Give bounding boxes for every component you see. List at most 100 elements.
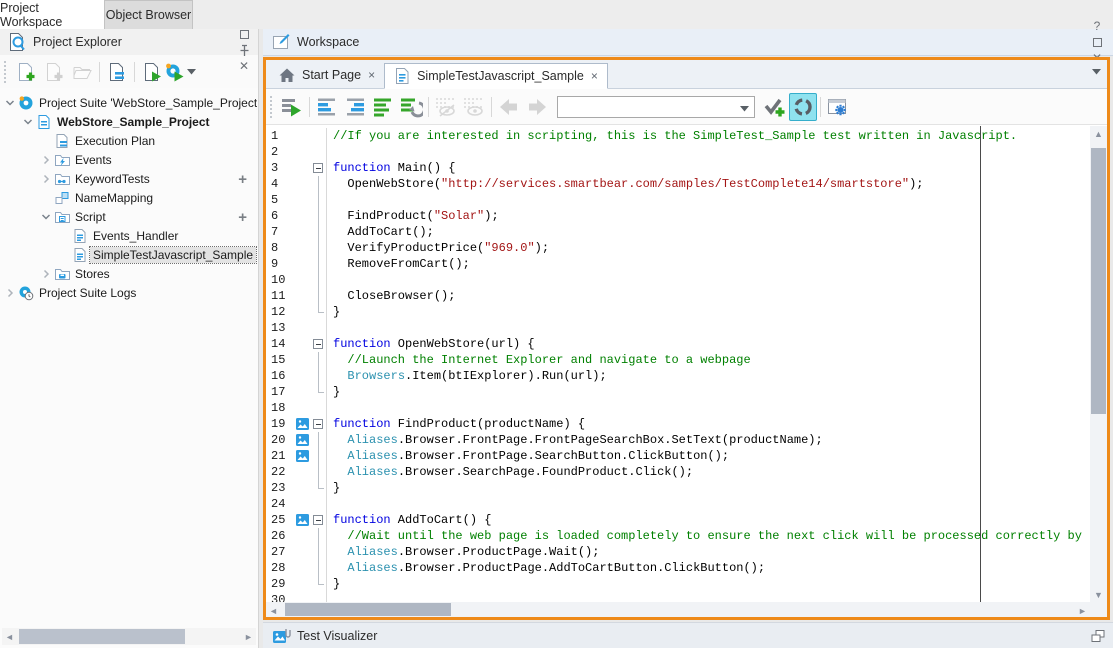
close-tab-icon[interactable]: × xyxy=(590,69,599,83)
code-line[interactable]: 4 OpenWebStore("http://services.smartbea… xyxy=(266,176,1089,192)
add-item-button[interactable] xyxy=(40,58,68,86)
tree-item[interactable]: Project Suite Logs xyxy=(0,283,257,302)
code-line[interactable]: 1//If you are interested in scripting, t… xyxy=(266,128,1089,144)
code-line[interactable]: 23} xyxy=(266,480,1089,496)
tree-item[interactable]: NameMapping xyxy=(0,188,257,207)
code-line[interactable]: 17} xyxy=(266,384,1089,400)
run-test-button[interactable] xyxy=(278,93,306,121)
show-code-button[interactable] xyxy=(460,93,488,121)
tree-item[interactable]: Script+ xyxy=(0,207,257,226)
scroll-thumb[interactable] xyxy=(19,629,185,644)
code-line[interactable]: 2 xyxy=(266,144,1089,160)
toolbar-grip-handle[interactable] xyxy=(4,61,9,83)
add-check-button[interactable] xyxy=(761,93,789,121)
visualizer-frame-icon[interactable] xyxy=(292,448,312,464)
code-line[interactable]: 20 Aliases.Browser.FrontPage.FrontPageSe… xyxy=(266,432,1089,448)
back-button[interactable] xyxy=(495,93,523,121)
visualizer-frame-icon[interactable] xyxy=(292,432,312,448)
tree-item[interactable]: SimpleTestJavascript_Sample xyxy=(0,245,257,264)
scroll-up-arrow-icon[interactable]: ▲ xyxy=(1090,126,1107,141)
code-line[interactable]: 25function AddToCart() { xyxy=(266,512,1089,528)
chevron-collapsed-icon[interactable] xyxy=(38,171,54,187)
maximize-button[interactable] xyxy=(1089,34,1105,50)
code-line[interactable]: 21 Aliases.Browser.FrontPage.SearchButto… xyxy=(266,448,1089,464)
fold-toggle[interactable] xyxy=(312,416,326,432)
close-tab-icon[interactable]: × xyxy=(367,68,376,82)
code-line[interactable]: 30 xyxy=(266,592,1089,602)
add-item-button[interactable]: + xyxy=(238,171,247,188)
editor-hscrollbar[interactable]: ◄ ► xyxy=(266,602,1090,617)
align-left-button[interactable] xyxy=(313,93,341,121)
fold-toggle[interactable] xyxy=(312,160,326,176)
tree-item[interactable]: Stores xyxy=(0,264,257,283)
tab-project-workspace[interactable]: Project Workspace xyxy=(0,0,104,29)
code-line[interactable]: 24 xyxy=(266,496,1089,512)
search-combobox[interactable] xyxy=(557,96,755,118)
code-line[interactable]: 28 Aliases.Browser.ProductPage.AddToCart… xyxy=(266,560,1089,576)
chevron-expanded-icon[interactable] xyxy=(2,95,18,111)
chevron-expanded-icon[interactable] xyxy=(20,114,36,130)
code-line[interactable]: 3function Main() { xyxy=(266,160,1089,176)
fold-toggle[interactable] xyxy=(312,336,326,352)
tree-item[interactable]: Events_Handler xyxy=(0,226,257,245)
chevron-expanded-icon[interactable] xyxy=(38,209,54,225)
code-line[interactable]: 10 xyxy=(266,272,1089,288)
code-line[interactable]: 15 //Launch the Internet Explorer and na… xyxy=(266,352,1089,368)
tab-list-dropdown-icon[interactable] xyxy=(1092,69,1101,75)
visualizer-frame-icon[interactable] xyxy=(292,416,312,432)
hide-code-button[interactable] xyxy=(432,93,460,121)
align-right-button[interactable] xyxy=(341,93,369,121)
code-editor[interactable]: 1//If you are interested in scripting, t… xyxy=(266,126,1107,602)
tree-item[interactable]: Events xyxy=(0,150,257,169)
code-line[interactable]: 19function FindProduct(productName) { xyxy=(266,416,1089,432)
run-suite-button[interactable] xyxy=(166,58,194,86)
code-line[interactable]: 16 Browsers.Item(btIExplorer).Run(url); xyxy=(266,368,1089,384)
float-window-icon[interactable] xyxy=(1091,629,1105,643)
code-line[interactable]: 29} xyxy=(266,576,1089,592)
add-project-button[interactable] xyxy=(12,58,40,86)
tab-object-browser[interactable]: Object Browser xyxy=(104,0,193,29)
tree-item[interactable]: Project Suite 'WebStore_Sample_Project_S… xyxy=(0,93,257,112)
chevron-collapsed-icon[interactable] xyxy=(2,285,18,301)
forward-button[interactable] xyxy=(523,93,551,121)
chevron-collapsed-icon[interactable] xyxy=(38,266,54,282)
code-line[interactable]: 11 CloseBrowser(); xyxy=(266,288,1089,304)
doc-tab-simpletestjavascript-sample[interactable]: SimpleTestJavascript_Sample× xyxy=(384,63,608,89)
scroll-right-arrow-icon[interactable]: ► xyxy=(241,628,256,645)
fold-toggle[interactable] xyxy=(312,512,326,528)
code-line[interactable]: 22 Aliases.Browser.SearchPage.FoundProdu… xyxy=(266,464,1089,480)
test-visualizer-bar[interactable]: Test Visualizer xyxy=(263,622,1113,648)
code-line[interactable]: 26 //Wait until the web page is loaded c… xyxy=(266,528,1089,544)
dropdown-caret-icon[interactable] xyxy=(187,69,196,75)
code-line[interactable]: 9 RemoveFromCart(); xyxy=(266,256,1089,272)
scroll-thumb[interactable] xyxy=(285,603,451,616)
editor-vscrollbar[interactable]: ▲ ▼ xyxy=(1090,126,1107,602)
editor-settings-button[interactable] xyxy=(824,93,852,121)
project-tree-hscrollbar[interactable]: ◄ ► xyxy=(2,628,256,645)
toolbar-grip-handle[interactable] xyxy=(270,96,275,118)
scroll-down-arrow-icon[interactable]: ▼ xyxy=(1090,587,1107,602)
code-line[interactable]: 6 FindProduct("Solar"); xyxy=(266,208,1089,224)
code-line[interactable]: 5 xyxy=(266,192,1089,208)
chevron-collapsed-icon[interactable] xyxy=(38,152,54,168)
code-line[interactable]: 13 xyxy=(266,320,1089,336)
tree-item[interactable]: Execution Plan xyxy=(0,131,257,150)
visualizer-frame-icon[interactable] xyxy=(292,512,312,528)
pin-button[interactable] xyxy=(236,42,252,58)
help-button[interactable]: ? xyxy=(1089,18,1105,34)
code-line[interactable]: 14function OpenWebStore(url) { xyxy=(266,336,1089,352)
code-line[interactable]: 12} xyxy=(266,304,1089,320)
code-line[interactable]: 8 VerifyProductPrice("969.0"); xyxy=(266,240,1089,256)
scroll-left-arrow-icon[interactable]: ◄ xyxy=(266,602,281,619)
record-highlight-button[interactable] xyxy=(789,93,817,121)
code-line[interactable]: 27 Aliases.Browser.ProductPage.Wait(); xyxy=(266,544,1089,560)
scroll-left-arrow-icon[interactable]: ◄ xyxy=(2,628,17,645)
dropdown-caret-icon[interactable] xyxy=(740,106,749,112)
tree-item[interactable]: KeywordTests+ xyxy=(0,169,257,188)
search-input[interactable] xyxy=(558,97,730,117)
rollback-format-button[interactable] xyxy=(397,93,425,121)
close-button[interactable]: ✕ xyxy=(236,58,252,74)
scroll-thumb[interactable] xyxy=(1091,148,1106,414)
code-line[interactable]: 7 AddToCart(); xyxy=(266,224,1089,240)
code-line[interactable]: 18 xyxy=(266,400,1089,416)
